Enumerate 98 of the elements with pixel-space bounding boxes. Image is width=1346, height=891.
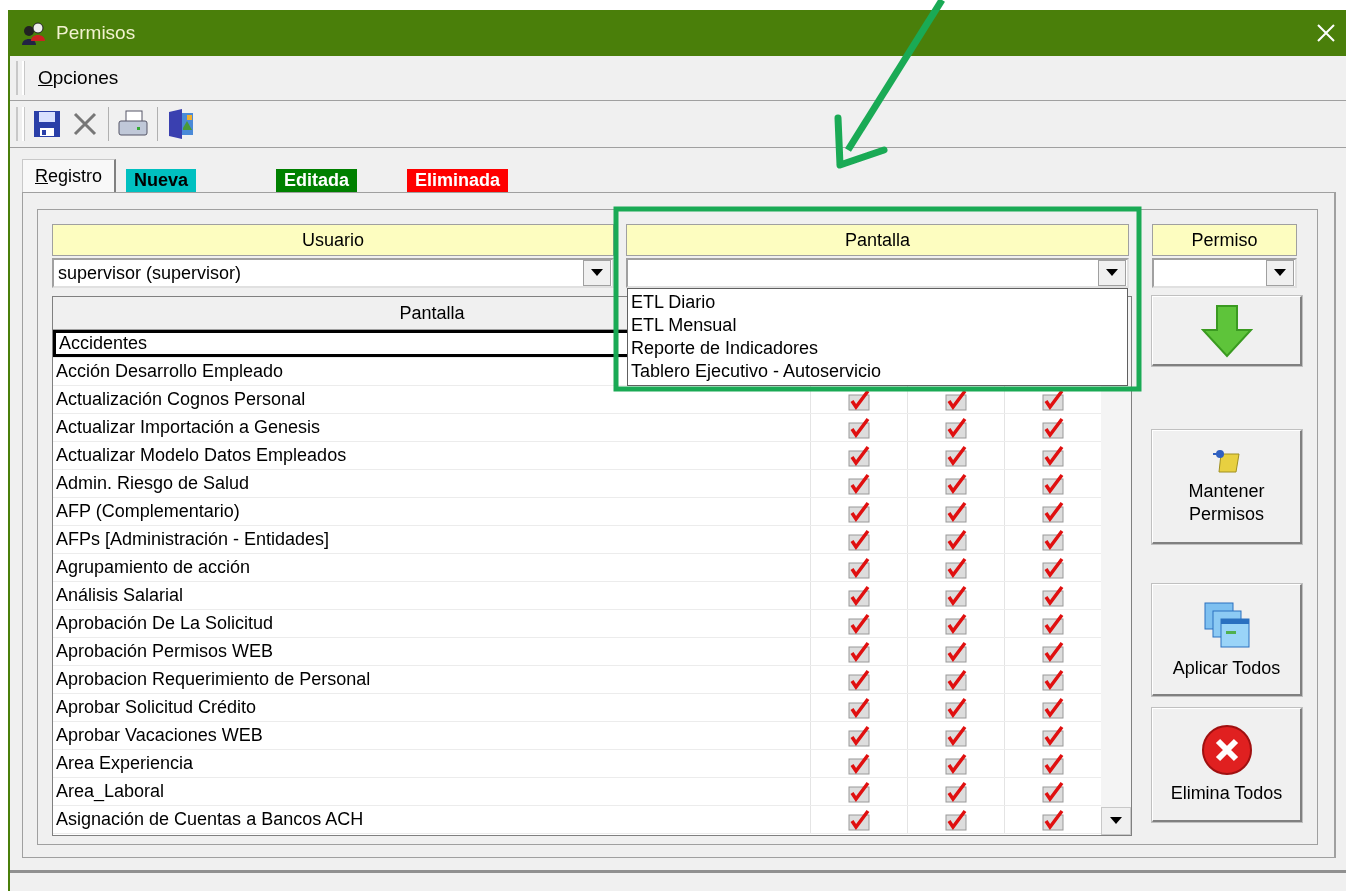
action-button[interactable]: Aplicar Todos — [1152, 584, 1302, 696]
menubar-grip — [16, 61, 24, 95]
tab[interactable]: Registro — [22, 159, 117, 193]
status-legend: Eliminada — [407, 168, 509, 192]
window-title: Permisos — [56, 22, 137, 44]
checkbox[interactable] — [1041, 612, 1065, 635]
table-cell[interactable]: Actualización Cognos Personal — [56, 389, 306, 410]
column-header: Permiso — [1152, 224, 1297, 256]
dropdown-option[interactable]: Tablero Ejecutivo - Autoservicio — [628, 360, 1127, 383]
checkbox[interactable] — [944, 584, 968, 607]
save-icon[interactable] — [32, 109, 62, 139]
checkbox[interactable] — [944, 780, 968, 803]
printer-icon[interactable] — [117, 109, 149, 139]
cancel-circle-icon — [1200, 724, 1253, 776]
table-cell[interactable]: Aprobar Vacaciones WEB — [56, 725, 263, 746]
dropdown-arrow-icon — [1274, 269, 1286, 277]
table-cell[interactable]: Análisis Salarial — [56, 585, 184, 606]
checkbox[interactable] — [1041, 528, 1065, 551]
dropdown-arrow-icon — [1106, 269, 1118, 277]
checkbox[interactable] — [1041, 696, 1065, 719]
checkbox[interactable] — [847, 612, 871, 635]
checkbox[interactable] — [944, 668, 968, 691]
checkbox[interactable] — [847, 444, 871, 467]
table-cell[interactable]: AFP (Complementario) — [56, 501, 240, 522]
checkbox[interactable] — [944, 444, 968, 467]
note-pin-icon — [1212, 447, 1241, 474]
menu-item[interactable]: Opciones — [38, 67, 119, 89]
checkbox[interactable] — [1041, 808, 1065, 831]
exit-door-icon[interactable] — [166, 108, 196, 140]
table-cell[interactable]: Aprobación De La Solicitud — [56, 613, 274, 634]
table-cell[interactable]: Actualizar Modelo Datos Empleados — [56, 445, 347, 466]
checkbox[interactable] — [944, 696, 968, 719]
down-arrow-icon — [1200, 303, 1253, 358]
table-cell[interactable]: Accidentes — [59, 333, 148, 354]
toolbar-grip — [16, 107, 24, 141]
checkbox[interactable] — [944, 612, 968, 635]
checkbox[interactable] — [1041, 444, 1065, 467]
checkbox[interactable] — [1041, 724, 1065, 747]
close-icon[interactable] — [1316, 23, 1336, 43]
column-header: Usuario — [52, 224, 614, 256]
checkbox[interactable] — [1041, 752, 1065, 775]
table-cell[interactable]: Admin. Riesgo de Salud — [56, 473, 250, 494]
action-button[interactable]: Elimina Todos — [1152, 708, 1302, 822]
dropdown-arrow-icon — [591, 269, 603, 277]
checkbox[interactable] — [847, 416, 871, 439]
status-legend: Nueva — [126, 168, 197, 192]
table-cell[interactable]: Area_Laboral — [56, 781, 165, 802]
checkbox[interactable] — [1041, 500, 1065, 523]
checkbox[interactable] — [944, 724, 968, 747]
dropdown-option[interactable]: Reporte de Indicadores — [628, 337, 1127, 360]
checkbox[interactable] — [847, 752, 871, 775]
checkbox[interactable] — [1041, 416, 1065, 439]
table-cell[interactable]: Agrupamiento de acción — [56, 557, 251, 578]
dropdown-option[interactable]: ETL Mensual — [628, 314, 1127, 337]
checkbox[interactable] — [1041, 472, 1065, 495]
checkbox[interactable] — [847, 584, 871, 607]
checkbox[interactable] — [847, 500, 871, 523]
table-cell[interactable]: Aprobación Permisos WEB — [56, 641, 274, 662]
checkbox[interactable] — [847, 640, 871, 663]
checkbox[interactable] — [847, 668, 871, 691]
people-icon — [20, 21, 46, 45]
checkbox[interactable] — [1041, 668, 1065, 691]
checkbox[interactable] — [944, 752, 968, 775]
table-cell[interactable]: Asignación de Cuentas a Bancos ACH — [56, 809, 364, 830]
status-legend: Editada — [276, 168, 358, 192]
checkbox[interactable] — [1041, 780, 1065, 803]
action-button[interactable]: Mantener Permisos — [1152, 430, 1302, 544]
column-header: Pantalla — [626, 224, 1129, 256]
checkbox[interactable] — [944, 416, 968, 439]
dropdown-field[interactable] — [626, 258, 1129, 288]
checkbox[interactable] — [847, 808, 871, 831]
column-header: Pantalla — [399, 302, 465, 324]
table-cell[interactable]: Area Experiencia — [56, 753, 194, 774]
add-button[interactable] — [1152, 296, 1302, 366]
checkbox[interactable] — [847, 472, 871, 495]
dropdown-option[interactable]: ETL Diario — [628, 291, 1127, 314]
checkbox[interactable] — [1041, 556, 1065, 579]
checkbox[interactable] — [944, 808, 968, 831]
table-cell[interactable]: Acción Desarrollo Empleado — [56, 361, 284, 382]
dropdown-field[interactable] — [1152, 258, 1297, 288]
table-cell[interactable]: Aprobacion Requerimiento de Personal — [56, 669, 371, 690]
checkbox[interactable] — [944, 556, 968, 579]
table-cell[interactable]: AFPs [Administración - Entidades] — [56, 529, 330, 550]
table-cell[interactable]: Actualizar Importación a Genesis — [56, 417, 321, 438]
dropdown-arrow-icon — [1110, 817, 1122, 825]
checkbox[interactable] — [847, 724, 871, 747]
checkbox[interactable] — [944, 640, 968, 663]
checkbox[interactable] — [847, 556, 871, 579]
checkbox[interactable] — [847, 780, 871, 803]
checkbox[interactable] — [944, 528, 968, 551]
checkbox[interactable] — [944, 500, 968, 523]
dropdown-field[interactable]: supervisor (supervisor) — [52, 258, 614, 288]
checkbox[interactable] — [847, 696, 871, 719]
checkbox[interactable] — [1041, 584, 1065, 607]
checkbox[interactable] — [847, 528, 871, 551]
checkbox[interactable] — [944, 472, 968, 495]
checkbox[interactable] — [1041, 640, 1065, 663]
table-cell[interactable]: Aprobar Solicitud Crédito — [56, 697, 257, 718]
